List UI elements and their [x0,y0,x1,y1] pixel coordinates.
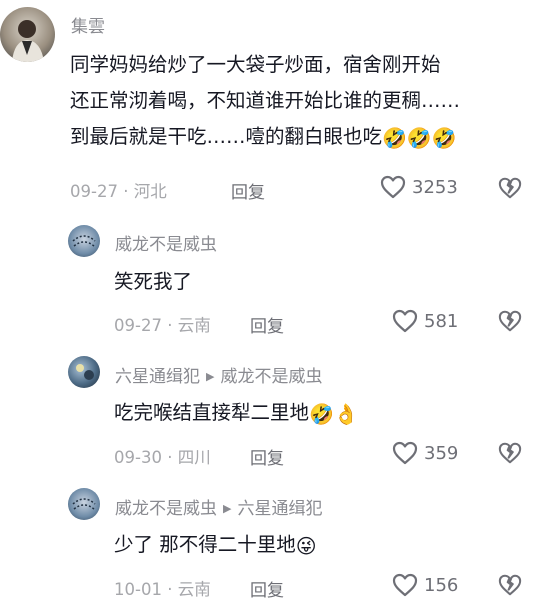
triangle-right-icon: ▶ [223,502,232,515]
like-count: 359 [424,442,459,464]
reply-meta: 09-30 · 四川 [114,444,211,468]
broken-heart-icon [498,442,522,464]
reply-date: 09-30 [114,448,162,467]
reply-text: 少了 那不得二十里地😜 [114,527,317,563]
dislike-button[interactable] [498,573,522,601]
reply-to-name[interactable]: 威龙不是威虫 [220,367,322,387]
reply-location: 四川 [177,448,211,467]
reply-location: 云南 [177,580,211,599]
broken-heart-icon [498,177,522,199]
comment-date: 09-27 [70,182,118,201]
reply-text-content: 少了 那不得二十里地 [114,533,296,556]
reply-text-content: 笑死我了 [114,270,193,293]
avatar[interactable] [68,225,100,257]
winking-tongue-emoji: 😜 [295,534,317,558]
avatar[interactable] [68,488,100,520]
comment-author[interactable]: 集雲 [71,12,105,37]
reply: 威龙不是威虫 笑死我了 09-27 · 云南 回复 581 [0,220,535,340]
broken-heart-icon [498,310,522,332]
like-count: 3253 [412,176,458,198]
heart-outline-icon [392,441,418,465]
comment-text-line: 还正常沏着喝，不知道谁开始比谁的更稠…… [70,89,461,112]
reply-button[interactable]: 回复 [250,444,284,469]
reply-meta: 10-01 · 云南 [114,576,211,600]
reply-meta: 09-27 · 云南 [114,312,211,336]
heart-outline-icon [380,175,406,199]
reply-text: 吃完喉结直接犁二里地🤣👌 [114,395,359,431]
like-count: 156 [424,574,459,596]
reply: 威龙不是威虫 ▶ 六星通缉犯 少了 那不得二十里地😜 10-01 · 云南 回复 1… [0,484,535,604]
reply-to-name[interactable]: 六星通缉犯 [237,499,322,519]
like-button[interactable]: 3253 [380,175,458,199]
reply-button[interactable]: 回复 [250,312,284,337]
laughing-crying-emoji: 🤣🤣🤣 [382,126,457,150]
reply-button[interactable]: 回复 [250,576,284,601]
meta-separator: · [161,580,178,599]
meta-separator: · [161,448,178,467]
meta-separator: · [161,316,178,335]
comment-text-line: 到最后就是干吃……噎的翻白眼也吃🤣🤣🤣 [70,119,460,155]
dislike-button[interactable] [498,309,522,337]
like-button[interactable]: 581 [392,309,458,333]
avatar[interactable] [0,7,55,62]
reply-date: 09-27 [114,316,162,335]
reply: 六星通缉犯 ▶ 威龙不是威虫 吃完喉结直接犁二里地🤣👌 09-30 · 四川 回复 … [0,352,535,472]
reply-location: 云南 [177,316,211,335]
comment-location: 河北 [133,182,167,201]
heart-outline-icon [392,309,418,333]
like-count: 581 [424,310,459,332]
reply-author: 六星通缉犯 ▶ 威龙不是威虫 [115,362,322,387]
triangle-right-icon: ▶ [206,370,215,383]
reply-text: 笑死我了 [114,264,192,300]
heart-outline-icon [392,573,418,597]
reply-author: 威龙不是威虫 [115,230,217,255]
comment-text-line-content: 到最后就是干吃……噎的翻白眼也吃 [70,125,383,148]
comment-text: 同学妈妈给炒了一大袋子炒面，宿舍刚开始 还正常沏着喝，不知道谁开始比谁的更稠……… [70,47,460,155]
comment-text-line: 同学妈妈给炒了一大袋子炒面，宿舍刚开始 [70,53,441,76]
reply-date: 10-01 [114,580,162,599]
comment-meta: 09-27 · 河北 [70,178,167,202]
reply-text-content: 吃完喉结直接犁二里地 [114,401,310,424]
laughing-ok-emoji: 🤣👌 [309,402,359,426]
broken-heart-icon [498,574,522,596]
comment: 集雲 同学妈妈给炒了一大袋子炒面，宿舍刚开始 还正常沏着喝，不知道谁开始比谁的更… [0,0,535,210]
dislike-button[interactable] [498,176,522,204]
meta-separator: · [117,182,134,201]
reply-button[interactable]: 回复 [231,178,265,203]
reply-author: 威龙不是威虫 ▶ 六星通缉犯 [115,494,322,519]
reply-author-name[interactable]: 威龙不是威虫 [115,499,217,519]
reply-author-name[interactable]: 威龙不是威虫 [115,235,217,255]
like-button[interactable]: 156 [392,573,458,597]
like-button[interactable]: 359 [392,441,458,465]
dislike-button[interactable] [498,441,522,469]
reply-author-name[interactable]: 六星通缉犯 [115,367,200,387]
avatar[interactable] [68,356,100,388]
